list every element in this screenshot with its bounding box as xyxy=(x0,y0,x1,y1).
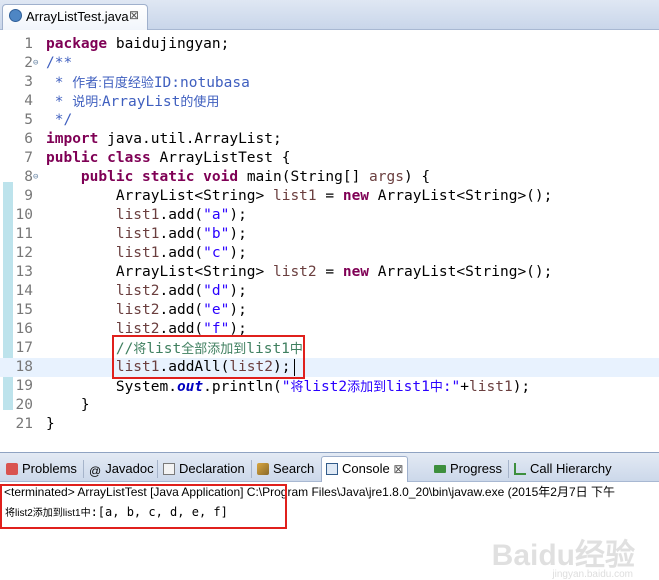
tab-problems[interactable]: Problems xyxy=(6,457,77,481)
code-line-5: 5 */ xyxy=(0,111,659,130)
code-line-3: 3 * 作者:百度经验ID:notubasa xyxy=(0,73,659,92)
line-number: 10 xyxy=(15,207,33,223)
code-line-7: 7 public class ArrayListTest { xyxy=(0,149,659,168)
fold-collapse-icon[interactable]: ⊖ xyxy=(33,54,38,73)
line-number: 14 xyxy=(15,283,33,299)
tab-javadoc[interactable]: @ Javadoc xyxy=(89,457,154,481)
line-number: 13 xyxy=(15,264,33,280)
line-number: 4 xyxy=(24,93,33,109)
at-icon: @ xyxy=(89,464,102,478)
views-tab-bar: Problems @ Javadoc Declaration Search Con… xyxy=(0,452,659,483)
code-line-10: 10 list1.add("a"); xyxy=(0,206,659,225)
line-number: 5 xyxy=(24,112,33,128)
line-number: 8 xyxy=(24,169,33,185)
tab-call-hierarchy[interactable]: Call Hierarchy xyxy=(514,457,612,481)
code-line-2: 2 ⊖/** xyxy=(0,54,659,73)
tab-separator xyxy=(157,460,158,478)
code-line-14: 14 list2.add("d"); xyxy=(0,282,659,301)
tab-label: Progress xyxy=(450,461,503,476)
code-line-19: 19 System.out.println("将list2添加到list1中:"… xyxy=(0,377,659,396)
code-editor[interactable]: 1 package baidujingyan; 2 ⊖/** 3 * 作者:百度经验… xyxy=(0,30,659,452)
editor-tab-title: ArrayListTest.java xyxy=(26,9,129,24)
editor-tab-bar: ArrayListTest.java ⊠ xyxy=(0,0,659,30)
line-number: 15 xyxy=(15,302,33,318)
baidu-watermark-logo: Baidu经验 xyxy=(491,539,635,572)
line-number: 19 xyxy=(15,378,33,394)
code-line-21: 21} xyxy=(0,415,659,434)
tab-label: Declaration xyxy=(179,461,245,476)
line-number: 3 xyxy=(24,74,33,90)
code-line-17: 17 //将list全部添加到list1中 xyxy=(0,339,659,358)
highlight-box-code xyxy=(112,335,305,379)
declaration-icon xyxy=(163,463,175,475)
tab-console[interactable]: Console ⊠ xyxy=(321,456,409,483)
code-line-11: 11 list1.add("b"); xyxy=(0,225,659,244)
tab-label: Problems xyxy=(22,461,77,476)
highlight-box-console xyxy=(0,484,287,529)
code-line-12: 12 list1.add("c"); xyxy=(0,244,659,263)
line-number: 17 xyxy=(15,340,33,356)
tab-separator xyxy=(83,460,84,478)
search-icon xyxy=(257,463,269,475)
line-number: 9 xyxy=(24,188,33,204)
tab-label: Console xyxy=(342,461,390,476)
line-number: 21 xyxy=(15,416,33,432)
code-line-4: 4 * 说明:ArrayList的使用 xyxy=(0,92,659,111)
tab-label: Javadoc xyxy=(105,461,154,476)
line-number: 1 xyxy=(24,36,33,52)
line-number: 6 xyxy=(24,131,33,147)
line-number: 18 xyxy=(15,359,33,375)
line-number: 7 xyxy=(24,150,33,166)
line-number: 2 xyxy=(24,55,33,71)
line-number: 20 xyxy=(15,397,33,413)
baidu-watermark-url: jingyan.baidu.com xyxy=(552,569,633,580)
tab-search[interactable]: Search xyxy=(257,457,314,481)
code-line-6: 6 import java.util.ArrayList; xyxy=(0,130,659,149)
close-icon[interactable]: ⊠ xyxy=(393,462,403,476)
fold-collapse-icon[interactable]: ⊖ xyxy=(33,168,38,187)
tab-label: Call Hierarchy xyxy=(530,461,612,476)
line-number: 16 xyxy=(15,321,33,337)
editor-tab-arraylisttest[interactable]: ArrayListTest.java ⊠ xyxy=(2,4,148,30)
line-number: 11 xyxy=(15,226,33,242)
code-line-16: 16 list2.add("f"); xyxy=(0,320,659,339)
progress-icon xyxy=(434,465,446,473)
tab-label: Search xyxy=(273,461,315,476)
close-icon[interactable]: ⊠ xyxy=(129,8,139,22)
console-icon xyxy=(326,463,338,475)
code-line-15: 15 list2.add("e"); xyxy=(0,301,659,320)
code-line-13: 13 ArrayList<String> list2 = new ArrayLi… xyxy=(0,263,659,282)
code-line-18: 18 list1.addAll(list2); xyxy=(0,358,659,377)
tab-separator xyxy=(508,460,509,478)
code-line-1: 1 package baidujingyan; xyxy=(0,35,659,54)
tab-declaration[interactable]: Declaration xyxy=(163,457,245,481)
problems-icon xyxy=(6,463,18,475)
call-hierarchy-icon xyxy=(514,463,526,475)
code-line-9: 9 ArrayList<String> list1 = new ArrayLis… xyxy=(0,187,659,206)
java-file-icon xyxy=(9,9,22,22)
code-line-20: 20 } xyxy=(0,396,659,415)
code-line-8: 8 ⊖ public static void main(String[] args… xyxy=(0,168,659,187)
tab-progress[interactable]: Progress xyxy=(434,457,502,481)
line-number: 12 xyxy=(15,245,33,261)
tab-separator xyxy=(251,460,252,478)
